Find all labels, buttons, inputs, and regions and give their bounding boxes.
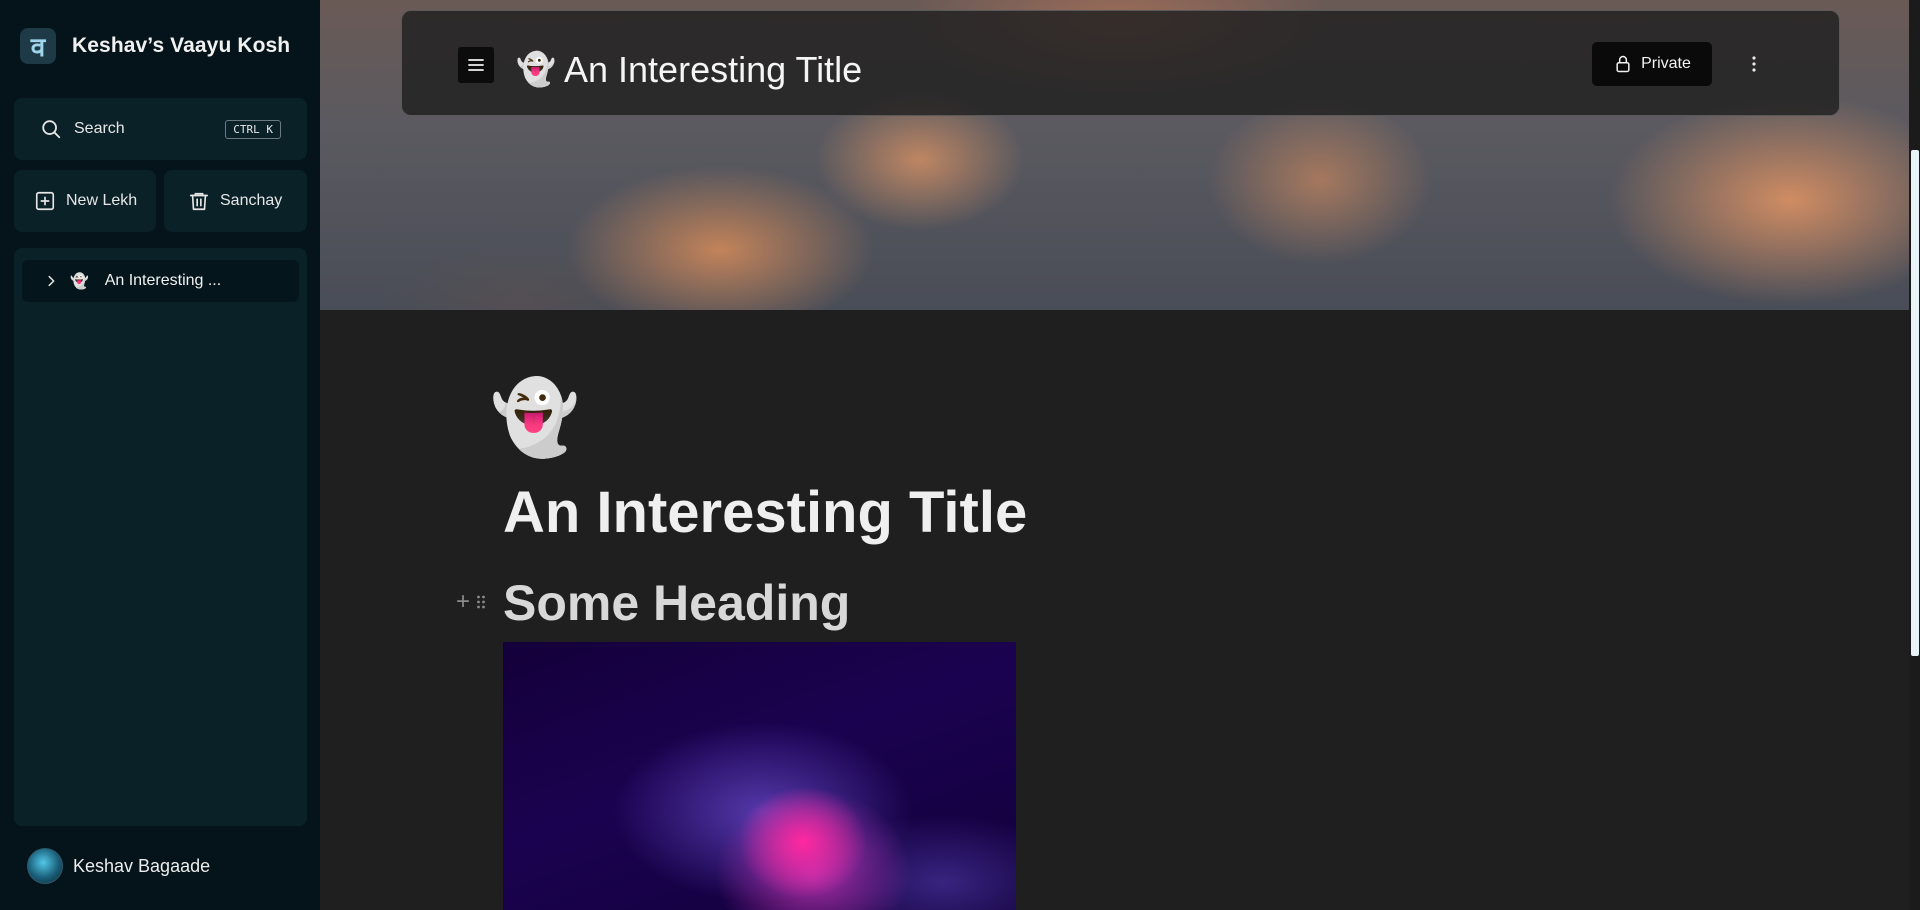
page-toolbar: 👻 An Interesting Title Private <box>401 10 1840 116</box>
trash-button[interactable]: Sanchay <box>164 170 307 232</box>
hamburger-icon <box>468 59 484 71</box>
search-icon <box>42 120 61 139</box>
search-shortcut-badge: CTRL K <box>225 119 281 139</box>
block-controls: + <box>456 588 486 616</box>
document-item[interactable]: 👻 An Interesting ... <box>22 260 299 302</box>
lock-icon <box>1616 55 1630 73</box>
document-list: 👻 An Interesting ... <box>14 248 307 826</box>
plus-square-icon <box>35 191 55 211</box>
chevron-right-icon[interactable] <box>44 274 58 288</box>
scrollbar-thumb[interactable] <box>1911 150 1919 656</box>
drag-handle-icon[interactable] <box>476 594 486 610</box>
document-emoji: 👻 <box>70 273 89 290</box>
workspace-header[interactable]: व Keshav’s Vaayu Kosh <box>20 28 290 64</box>
document-label: An Interesting ... <box>104 272 222 289</box>
workspace-logo: व <box>20 28 56 64</box>
new-document-button[interactable]: New Lekh <box>14 170 156 232</box>
scrollbar[interactable] <box>1909 0 1920 910</box>
user-name: Keshav Bagaade <box>73 855 211 876</box>
privacy-label: Private <box>1641 55 1691 72</box>
menu-button[interactable] <box>457 46 495 84</box>
workspace-name: Keshav’s Vaayu Kosh <box>72 34 291 57</box>
add-block-icon[interactable]: + <box>456 590 470 614</box>
user-profile[interactable]: Keshav Bagaade <box>27 848 210 884</box>
avatar <box>27 848 63 884</box>
search-label: Search <box>74 120 125 137</box>
privacy-button[interactable]: Private <box>1592 42 1712 86</box>
app-window: व Keshav’s Vaayu Kosh Search CTRL K New … <box>0 0 1920 910</box>
more-options-button[interactable] <box>1742 49 1766 79</box>
main-content: 👻 An Interesting Title Private 👻 An Inte… <box>320 0 1920 910</box>
trash-icon <box>189 192 209 211</box>
toolbar-page-emoji: 👻 <box>516 51 556 87</box>
sidebar: व Keshav’s Vaayu Kosh Search CTRL K New … <box>0 0 320 910</box>
page-emoji[interactable]: 👻 <box>490 378 580 458</box>
heading-block[interactable]: Some Heading <box>503 572 850 634</box>
trash-label: Sanchay <box>220 192 283 209</box>
image-block[interactable] <box>503 642 1016 910</box>
new-document-label: New Lekh <box>66 192 138 209</box>
search-button[interactable]: Search CTRL K <box>14 98 307 160</box>
page-title[interactable]: An Interesting Title <box>503 478 1027 548</box>
more-vertical-icon <box>1752 56 1756 72</box>
toolbar-page-title: An Interesting Title <box>564 49 863 90</box>
